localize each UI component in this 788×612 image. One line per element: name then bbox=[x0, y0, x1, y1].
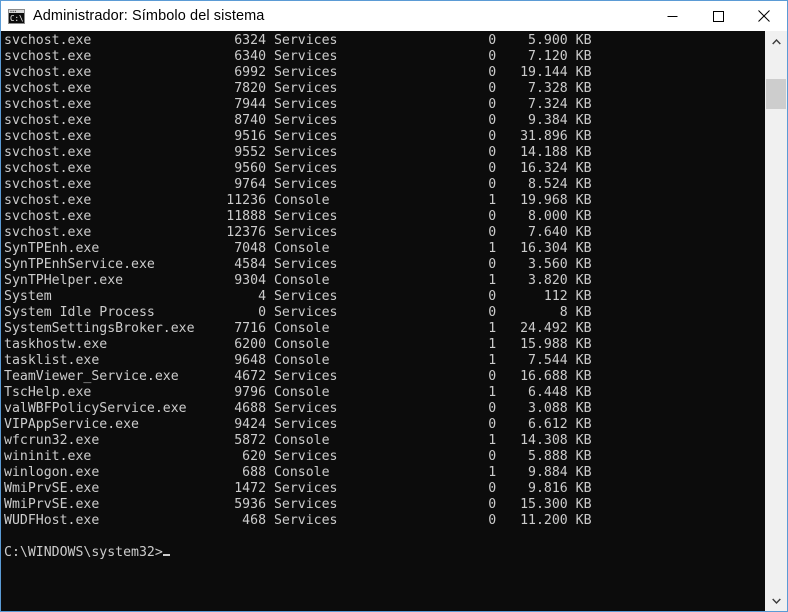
table-row: SynTPHelper.exe 9304 Console 1 3.820 KB bbox=[4, 273, 592, 288]
table-row: SynTPEnhService.exe 4584 Services 0 3.56… bbox=[4, 257, 592, 272]
table-row: SynTPEnh.exe 7048 Console 1 16.304 KB bbox=[4, 241, 592, 256]
console-scrollbar[interactable] bbox=[765, 31, 787, 611]
table-row: System Idle Process 0 Services 0 8 KB bbox=[4, 305, 592, 320]
table-row: TeamViewer_Service.exe 4672 Services 0 1… bbox=[4, 369, 592, 384]
scrollbar-down-button[interactable] bbox=[765, 590, 787, 611]
table-row: svchost.exe 6340 Services 0 7.120 KB bbox=[4, 49, 592, 64]
table-row: svchost.exe 7820 Services 0 7.328 KB bbox=[4, 81, 592, 96]
close-icon bbox=[758, 10, 770, 22]
table-row: VIPAppService.exe 9424 Services 0 6.612 … bbox=[4, 417, 592, 432]
table-row: valWBFPolicyService.exe 4688 Services 0 … bbox=[4, 401, 592, 416]
command-prompt-icon: C:\ bbox=[8, 8, 25, 24]
table-row: System 4 Services 0 112 KB bbox=[4, 289, 592, 304]
table-row: WUDFHost.exe 468 Services 0 11.200 KB bbox=[4, 513, 592, 528]
window-title: Administrador: Símbolo del sistema bbox=[33, 8, 265, 24]
table-row: svchost.exe 6324 Services 0 5.900 KB bbox=[4, 33, 592, 48]
table-row: svchost.exe 9764 Services 0 8.524 KB bbox=[4, 177, 592, 192]
maximize-icon bbox=[712, 10, 724, 22]
minimize-button[interactable] bbox=[649, 1, 695, 31]
table-row: winlogon.exe 688 Console 1 9.884 KB bbox=[4, 465, 592, 480]
table-row: TscHelp.exe 9796 Console 1 6.448 KB bbox=[4, 385, 592, 400]
table-row: svchost.exe 6992 Services 0 19.144 KB bbox=[4, 65, 592, 80]
console-area[interactable]: svchost.exe 6324 Services 0 5.900 KB svch… bbox=[1, 31, 787, 611]
title-bar[interactable]: C:\ Administrador: Símbolo del sistema bbox=[1, 1, 787, 31]
scrollbar-track[interactable] bbox=[765, 52, 787, 590]
table-row: svchost.exe 12376 Services 0 7.640 KB bbox=[4, 225, 592, 240]
command-prompt-window: C:\ Administrador: Símbolo del sistema s… bbox=[0, 0, 788, 612]
table-row: svchost.exe 8740 Services 0 9.384 KB bbox=[4, 113, 592, 128]
window-controls bbox=[649, 1, 787, 31]
close-button[interactable] bbox=[741, 1, 787, 31]
scrollbar-thumb[interactable] bbox=[766, 79, 786, 109]
prompt-path: C:\WINDOWS\system32> bbox=[4, 545, 163, 560]
table-row: svchost.exe 11888 Services 0 8.000 KB bbox=[4, 209, 592, 224]
minimize-icon bbox=[667, 15, 677, 17]
table-row: svchost.exe 11236 Console 1 19.968 KB bbox=[4, 193, 592, 208]
table-row: svchost.exe 9516 Services 0 31.896 KB bbox=[4, 129, 592, 144]
table-row: tasklist.exe 9648 Console 1 7.544 KB bbox=[4, 353, 592, 368]
table-row: svchost.exe 7944 Services 0 7.324 KB bbox=[4, 97, 592, 112]
table-row: taskhostw.exe 6200 Console 1 15.988 KB bbox=[4, 337, 592, 352]
table-row: svchost.exe 9552 Services 0 14.188 KB bbox=[4, 145, 592, 160]
svg-text:C:\: C:\ bbox=[10, 14, 24, 23]
table-row: wininit.exe 620 Services 0 5.888 KB bbox=[4, 449, 592, 464]
chevron-down-icon bbox=[771, 598, 781, 604]
console-output[interactable]: svchost.exe 6324 Services 0 5.900 KB svch… bbox=[1, 31, 765, 611]
maximize-button[interactable] bbox=[695, 1, 741, 31]
table-row: SystemSettingsBroker.exe 7716 Console 1 … bbox=[4, 321, 592, 336]
scrollbar-up-button[interactable] bbox=[765, 31, 787, 52]
table-row: WmiPrvSE.exe 5936 Services 0 15.300 KB bbox=[4, 497, 592, 512]
chevron-up-icon bbox=[771, 38, 781, 44]
table-row: wfcrun32.exe 5872 Console 1 14.308 KB bbox=[4, 433, 592, 448]
text-cursor bbox=[162, 554, 171, 556]
table-row: svchost.exe 9560 Services 0 16.324 KB bbox=[4, 161, 592, 176]
prompt-line[interactable]: C:\WINDOWS\system32> bbox=[4, 545, 765, 561]
table-row: WmiPrvSE.exe 1472 Services 0 9.816 KB bbox=[4, 481, 592, 496]
